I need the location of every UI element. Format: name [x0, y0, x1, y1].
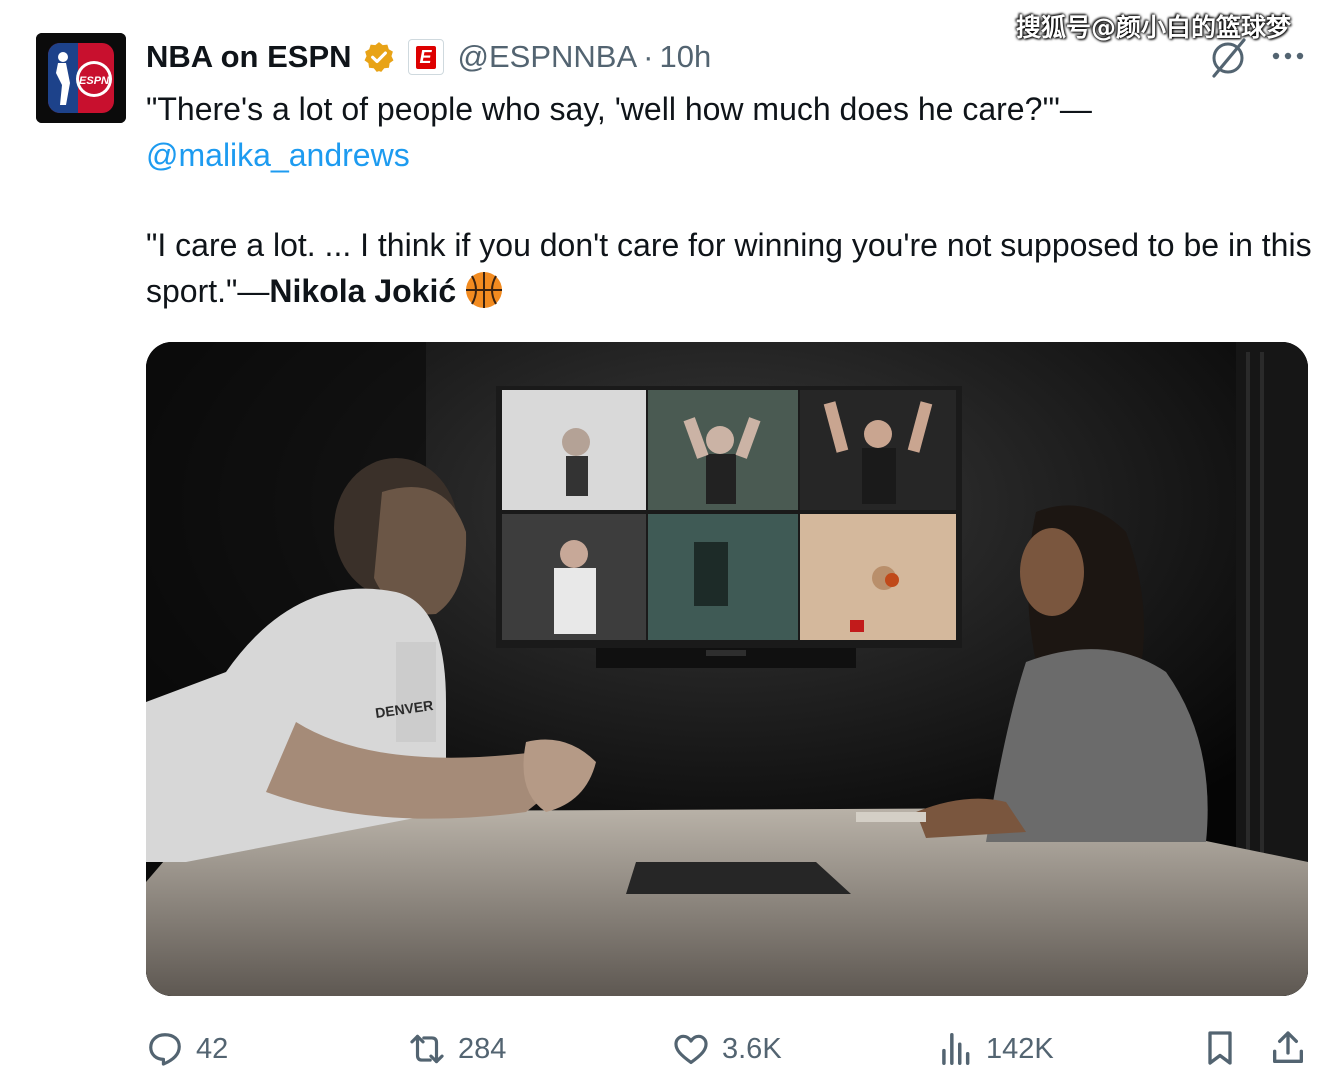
like-button[interactable]: 3.6K — [672, 1024, 782, 1074]
quote-attribution: Nikola Jokić — [269, 273, 457, 309]
mention-link[interactable]: @malika_andrews — [146, 137, 410, 173]
separator-dot: · — [643, 39, 654, 74]
watermark: 搜狐号@颜小白的篮球梦 — [1016, 13, 1292, 42]
nba-espn-logo: ESPN — [36, 33, 126, 123]
views-count: 142K — [986, 1032, 1054, 1065]
reply-icon — [149, 1033, 181, 1066]
views-icon — [942, 1033, 970, 1065]
logo-text: ESPN — [79, 75, 110, 87]
repost-button[interactable]: 284 — [408, 1024, 506, 1074]
tweet-media-image[interactable]: DENVER — [146, 342, 1308, 996]
tweet-actions: 42 284 3.6K 142K — [0, 1024, 1336, 1074]
tweet-time[interactable]: 10h — [660, 39, 712, 75]
avatar[interactable]: ESPN — [36, 33, 126, 123]
bookmark-icon[interactable] — [1200, 1028, 1240, 1068]
repost-icon — [410, 1034, 444, 1064]
espn-affiliate-badge[interactable]: E — [407, 39, 444, 75]
basketball-icon — [466, 272, 503, 308]
share-icon[interactable] — [1268, 1028, 1308, 1068]
author-handle[interactable]: @ESPNNBA — [458, 39, 638, 75]
author-name[interactable]: NBA on ESPN — [146, 39, 352, 75]
quote-1: "There's a lot of people who say, 'well … — [146, 91, 1092, 127]
tweet-text: "There's a lot of people who say, 'well … — [146, 86, 1316, 314]
like-icon — [674, 1034, 708, 1065]
espn-badge-letter: E — [415, 45, 436, 69]
interview-scene: DENVER — [146, 342, 1308, 996]
tweet-header: NBA on ESPN E @ESPNNBA · 10h — [146, 36, 711, 78]
reply-button[interactable]: 42 — [146, 1024, 228, 1074]
tweet-line-1: "There's a lot of people who say, 'well … — [146, 86, 1316, 178]
tweet-line-2: "I care a lot. ... I think if you don't … — [146, 222, 1316, 314]
reply-count: 42 — [196, 1032, 229, 1065]
verified-icon — [364, 42, 393, 72]
repost-count: 284 — [458, 1032, 507, 1065]
like-count: 3.6K — [722, 1032, 782, 1065]
more-icon[interactable] — [1268, 44, 1308, 68]
views-button[interactable]: 142K — [936, 1024, 1054, 1074]
